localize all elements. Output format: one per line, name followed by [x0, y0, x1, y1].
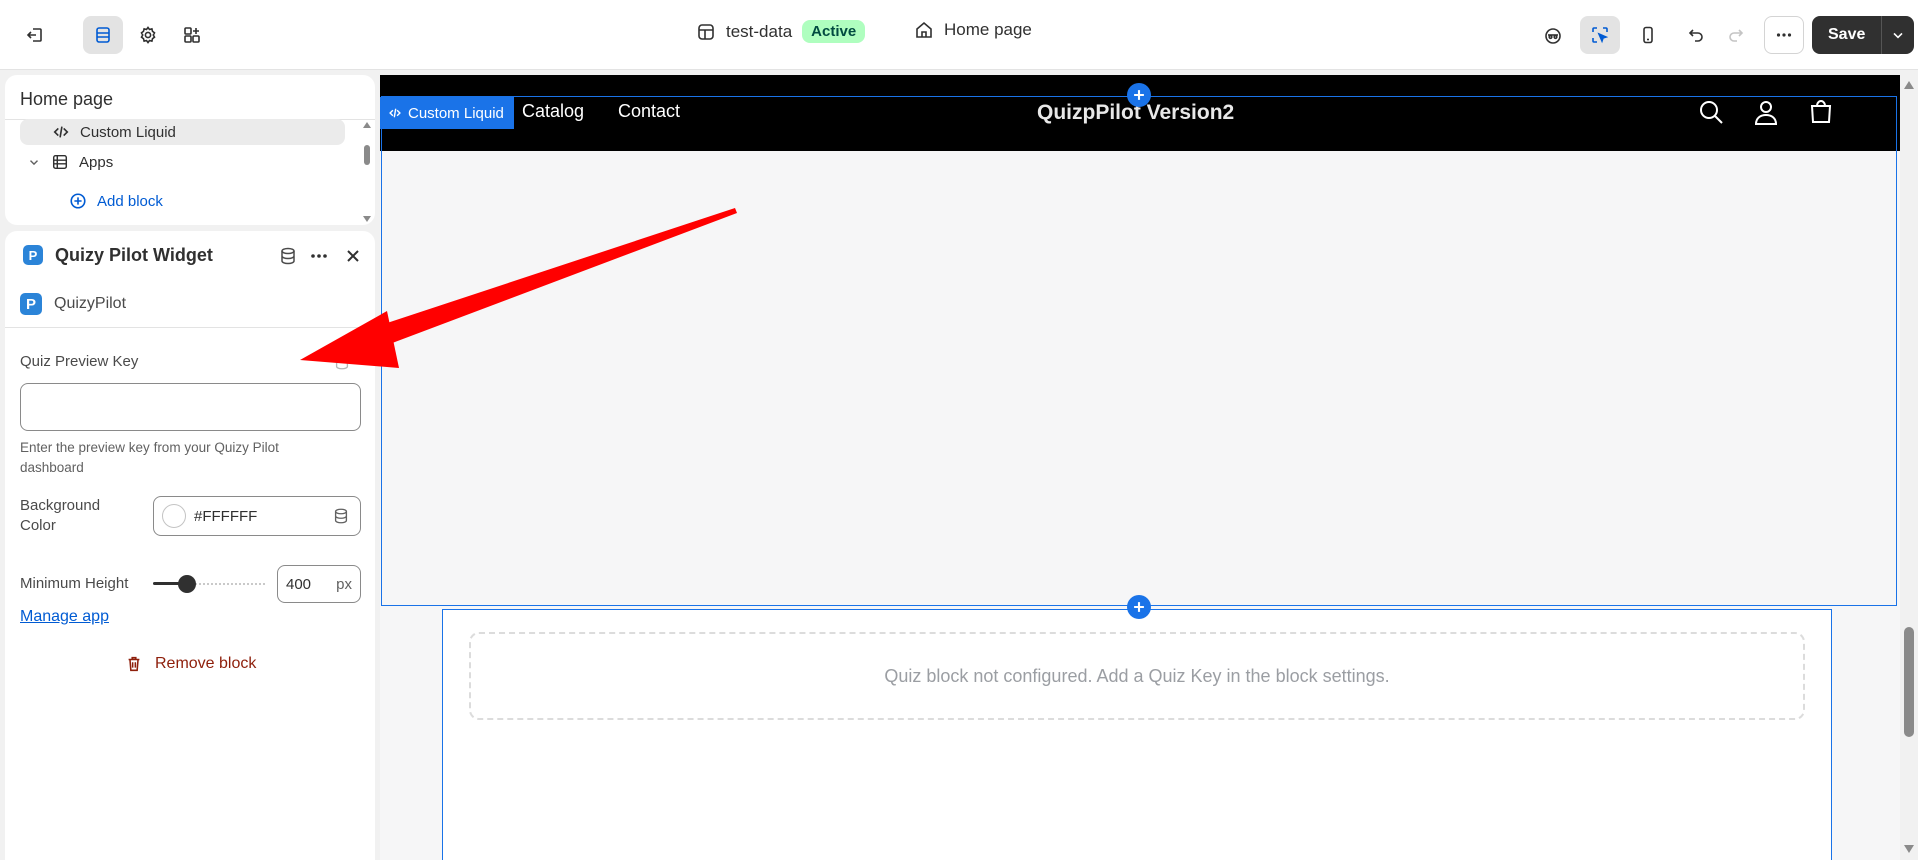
add-block-button[interactable]: Add block — [69, 192, 163, 210]
app-name: QuizyPilot — [54, 295, 127, 312]
add-section-button[interactable] — [1127, 595, 1151, 619]
block-settings-panel: P Quizy Pilot Widget P QuizyPilot Quiz P… — [5, 231, 375, 860]
quiz-block[interactable]: Quiz block not configured. Add a Quiz Ke… — [442, 609, 1832, 860]
theme-settings-button[interactable] — [128, 16, 168, 54]
more-icon[interactable] — [309, 246, 329, 266]
quiz-placeholder: Quiz block not configured. Add a Quiz Ke… — [469, 632, 1805, 720]
tree-item-custom-liquid[interactable]: Custom Liquid — [20, 119, 345, 145]
apps-section-icon — [52, 154, 68, 170]
save-button-group: Save — [1812, 16, 1915, 54]
plus-icon — [1134, 602, 1144, 612]
home-icon — [916, 21, 932, 38]
plus-icon — [1134, 90, 1144, 100]
trash-icon — [128, 656, 140, 672]
block-title: Quizy Pilot Widget — [55, 245, 213, 265]
top-bar: test-data Active Home page Save — [0, 0, 1918, 70]
app-logo: P — [23, 245, 43, 265]
min-height-input[interactable]: 400 px — [277, 565, 361, 603]
min-height-slider[interactable] — [153, 575, 265, 593]
more-icon — [1776, 33, 1792, 37]
sections-button[interactable] — [83, 16, 123, 54]
page-selector-label: Home page — [944, 20, 1032, 39]
status-badge: Active — [802, 20, 866, 43]
scroll-down-icon[interactable] — [1904, 845, 1914, 853]
store-selector[interactable]: test-data Active — [696, 20, 866, 43]
save-button[interactable]: Save — [1812, 16, 1883, 54]
code-icon — [53, 126, 69, 138]
plus-circle-icon — [70, 193, 86, 209]
bg-color-label: Background Color — [20, 497, 101, 534]
preview-scrollbar[interactable] — [1900, 75, 1918, 860]
page-selector[interactable]: Home page — [914, 20, 1032, 40]
database-icon[interactable] — [333, 353, 351, 371]
slider-track-rest — [187, 583, 265, 585]
tree-item-label: Apps — [79, 153, 114, 171]
chevron-down-icon — [30, 160, 38, 166]
mobile-preview-button[interactable] — [1628, 16, 1668, 54]
min-height-value: 400 — [286, 575, 312, 593]
save-options-button[interactable] — [1882, 16, 1914, 54]
scrollbar-thumb[interactable] — [1904, 627, 1914, 737]
undo-icon — [1688, 29, 1703, 42]
redo-icon — [1729, 29, 1744, 42]
sidekick-button[interactable] — [1533, 16, 1573, 54]
tree-item-label: Custom Liquid — [80, 123, 176, 141]
min-height-label: Minimum Height — [20, 575, 129, 592]
bg-color-field[interactable]: #FFFFFF — [153, 496, 361, 536]
slider-handle[interactable] — [178, 575, 196, 593]
section-outline — [381, 96, 1897, 606]
database-icon[interactable] — [332, 507, 350, 525]
app-source: P QuizyPilot — [20, 293, 126, 315]
color-swatch[interactable] — [162, 504, 186, 528]
database-icon[interactable] — [278, 246, 298, 266]
add-block-label: Add block — [97, 192, 163, 210]
scroll-up-icon[interactable] — [1904, 81, 1914, 89]
settings-icon — [140, 26, 156, 44]
manage-app-link[interactable]: Manage app — [20, 608, 109, 626]
sections-icon — [96, 27, 110, 43]
panel-scrollbar[interactable] — [360, 119, 374, 225]
redo-button[interactable] — [1716, 16, 1756, 54]
chevron-down-icon — [1893, 32, 1903, 39]
inspector-icon — [1592, 27, 1609, 44]
sidekick-icon — [1545, 28, 1561, 44]
add-section-button[interactable] — [1127, 83, 1151, 107]
sections-panel: Home page Custom Liquid Apps Add block — [5, 75, 375, 225]
mobile-icon — [1643, 26, 1653, 44]
store-name: test-data — [726, 21, 793, 41]
undo-button[interactable] — [1676, 16, 1716, 54]
storefront-preview: Custom Liquid Catalog Contact QuizpPilot… — [380, 75, 1900, 860]
exit-icon — [26, 28, 42, 42]
inspector-button[interactable] — [1580, 16, 1620, 54]
exit-button[interactable] — [15, 16, 55, 54]
remove-block-button[interactable]: Remove block — [125, 655, 256, 673]
panel-title: Home page — [20, 89, 114, 109]
apps-icon — [184, 27, 200, 43]
quizypilot-logo-icon: P — [20, 293, 42, 315]
close-icon[interactable] — [343, 246, 363, 266]
more-actions-button[interactable] — [1764, 16, 1804, 54]
bg-color-value: #FFFFFF — [194, 507, 258, 525]
min-height-unit: px — [336, 575, 352, 593]
apps-button[interactable] — [172, 16, 212, 54]
preview-key-help: Enter the preview key from your Quizy Pi… — [20, 440, 279, 475]
store-icon — [698, 23, 714, 40]
divider — [5, 327, 375, 328]
preview-key-input[interactable] — [20, 383, 361, 431]
preview-key-label: Quiz Preview Key — [20, 353, 139, 370]
remove-block-label: Remove block — [155, 655, 257, 672]
tree-item-apps[interactable]: Apps — [27, 153, 113, 171]
